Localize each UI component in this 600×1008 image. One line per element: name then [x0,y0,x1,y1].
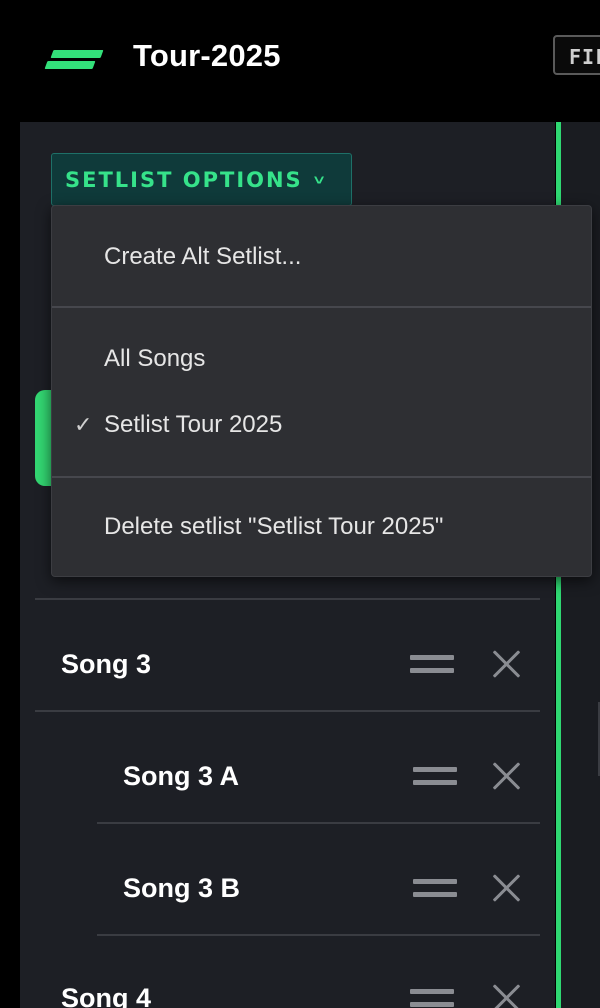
close-icon[interactable] [491,983,521,1008]
top-bar: Tour-2025 FILE [0,0,600,120]
menu-item-setlist-tour-2025[interactable]: ✓ Setlist Tour 2025 [52,397,591,453]
menu-item-label: Delete setlist "Setlist Tour 2025" [104,513,444,540]
row-divider [97,822,540,824]
setlist-options-label: SETLIST OPTIONS [65,167,303,192]
row-divider [35,598,540,600]
menu-item-label: Setlist Tour 2025 [104,411,283,438]
menu-item-create-alt-setlist[interactable]: Create Alt Setlist... [52,229,591,285]
drag-handle-icon[interactable] [413,763,457,789]
setlist-options-button[interactable]: SETLIST OPTIONS ˅ [51,153,352,206]
song-row[interactable]: Song 3 [35,610,540,718]
song-row[interactable]: Song 4 [35,944,540,1008]
row-divider [35,710,540,712]
project-title: Tour-2025 [133,38,281,73]
close-icon[interactable] [491,761,521,791]
file-button[interactable]: FILE [553,35,600,75]
setlist-options-menu: Create Alt Setlist... All Songs ✓ Setlis… [51,205,592,577]
song-row-child[interactable]: Song 3 B [97,834,540,942]
song-label: Song 3 [61,649,152,679]
row-divider [97,934,540,936]
song-row-child[interactable]: Song 3 A [97,722,540,830]
menu-separator [52,476,591,478]
close-icon[interactable] [491,873,521,903]
menu-item-label: Create Alt Setlist... [104,243,302,270]
app-window: Tour-2025 FILE Song 3 Song 3 A Song 3 B … [0,0,600,1008]
check-icon: ✓ [74,412,93,437]
drag-handle-icon[interactable] [413,875,457,901]
close-icon[interactable] [491,649,521,679]
drag-handle-icon[interactable] [410,651,454,677]
menu-separator [52,306,591,308]
song-label: Song 3 A [123,761,240,791]
song-label: Song 4 [61,983,152,1008]
menu-item-all-songs[interactable]: All Songs [52,331,591,387]
song-label: Song 3 B [123,873,241,903]
menu-item-label: All Songs [104,345,206,372]
logo-icon [44,50,104,70]
chevron-down-icon: ˅ [313,171,325,188]
drag-handle-icon[interactable] [410,985,454,1008]
menu-item-delete-setlist[interactable]: Delete setlist "Setlist Tour 2025" [52,499,591,555]
